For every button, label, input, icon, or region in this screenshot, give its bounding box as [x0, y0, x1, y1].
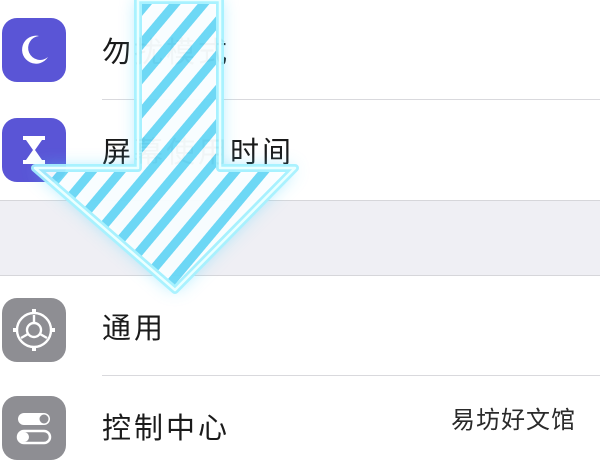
- general-label: 通用: [102, 311, 167, 345]
- settings-group-top: 勿扰模式 屏幕使用时间: [0, 0, 600, 200]
- hourglass-icon: [2, 118, 66, 182]
- control-center-label: 控制中心: [102, 411, 231, 445]
- screen-time-label: 屏幕使用时间: [102, 135, 295, 169]
- settings-row-do-not-disturb[interactable]: 勿扰模式: [0, 0, 600, 100]
- settings-screen: 勿扰模式 屏幕使用时间 通用 控制中心 易坊好文馆: [0, 0, 600, 460]
- gear-icon: [2, 298, 66, 362]
- do-not-disturb-label: 勿扰模式: [102, 35, 231, 69]
- settings-row-screen-time[interactable]: 屏幕使用时间: [0, 100, 600, 200]
- settings-row-general[interactable]: 通用: [0, 276, 600, 376]
- section-separator: [0, 200, 600, 276]
- toggle-switches-icon: [2, 396, 66, 460]
- watermark: 易坊好文馆: [447, 398, 580, 437]
- moon-icon: [2, 18, 66, 82]
